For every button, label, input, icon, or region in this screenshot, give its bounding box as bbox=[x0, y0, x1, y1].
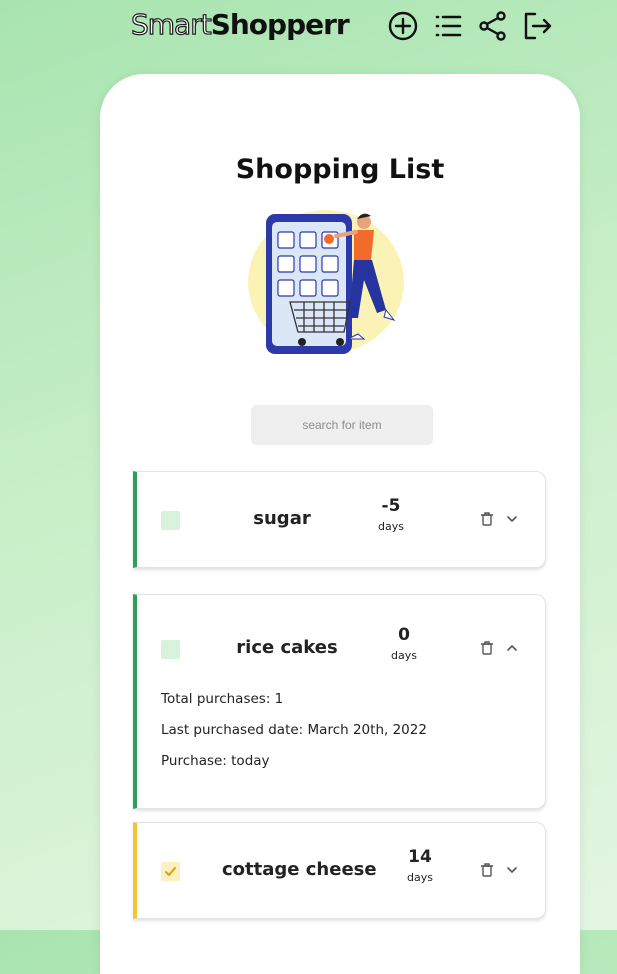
item-checkbox[interactable] bbox=[161, 862, 180, 881]
app-header: SmartShopperr bbox=[0, 0, 617, 54]
expand-button[interactable] bbox=[504, 862, 520, 878]
chevron-up-icon bbox=[507, 644, 517, 651]
search-input[interactable] bbox=[251, 405, 433, 445]
delete-button[interactable] bbox=[479, 640, 495, 656]
trash-icon bbox=[481, 512, 493, 526]
chevron-down-icon bbox=[507, 516, 517, 523]
delete-button[interactable] bbox=[479, 511, 495, 527]
app-logo[interactable]: SmartShopperr bbox=[130, 7, 350, 41]
delete-button[interactable] bbox=[479, 862, 495, 878]
days-label: days bbox=[391, 649, 417, 662]
logo-smart: Smart bbox=[130, 7, 212, 41]
list-item-rice-cakes: rice cakes 0 days Total purchases: 1 Las… bbox=[133, 594, 546, 809]
item-checkbox[interactable] bbox=[161, 511, 180, 530]
list-icon bbox=[435, 15, 462, 37]
item-checkbox[interactable] bbox=[161, 640, 180, 659]
add-item-button[interactable] bbox=[387, 10, 419, 42]
page-title: Shopping List bbox=[235, 154, 445, 185]
chevron-down-icon bbox=[507, 867, 517, 874]
check-icon bbox=[165, 867, 176, 876]
trash-icon bbox=[481, 641, 493, 655]
days-count: 0 bbox=[398, 625, 410, 645]
list-item-sugar: sugar -5 days bbox=[133, 471, 546, 568]
detail-last-purchased: Last purchased date: March 20th, 2022 bbox=[161, 722, 427, 738]
days-label: days bbox=[378, 520, 404, 533]
list-button[interactable] bbox=[432, 10, 464, 42]
collapse-button[interactable] bbox=[504, 640, 520, 656]
logout-icon bbox=[524, 12, 552, 40]
item-name: rice cakes bbox=[236, 637, 338, 658]
logout-button[interactable] bbox=[521, 10, 553, 42]
item-name: sugar bbox=[253, 508, 311, 529]
days-count: -5 bbox=[381, 496, 401, 516]
days-count: 14 bbox=[408, 847, 432, 867]
trash-icon bbox=[481, 863, 493, 877]
days-label: days bbox=[407, 871, 433, 884]
expand-button[interactable] bbox=[504, 511, 520, 527]
list-item-cottage-cheese: cottage cheese 14 days bbox=[133, 822, 546, 919]
detail-total-purchases: Total purchases: 1 bbox=[161, 691, 284, 707]
add-icon bbox=[388, 11, 418, 41]
logo-shopperr: Shopperr bbox=[210, 8, 350, 41]
shopping-illustration bbox=[248, 210, 404, 354]
share-icon bbox=[479, 11, 506, 41]
main-card: Shopping List sugar -5 days bbox=[100, 74, 580, 974]
item-name: cottage cheese bbox=[222, 859, 377, 880]
share-button[interactable] bbox=[477, 10, 509, 42]
detail-purchase: Purchase: today bbox=[161, 753, 270, 769]
